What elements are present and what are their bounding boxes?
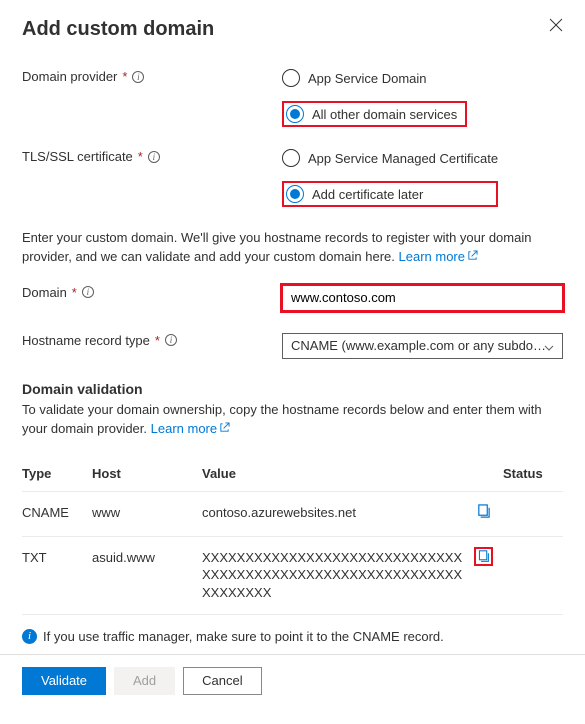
col-value: Value: [202, 456, 469, 492]
required-mark: *: [138, 149, 143, 164]
domain-validation-heading: Domain validation: [22, 381, 563, 397]
cell-type: TXT: [22, 536, 92, 614]
external-link-icon: [219, 420, 230, 431]
info-icon[interactable]: i: [132, 71, 144, 83]
hostname-type-label: Hostname record type: [22, 333, 150, 348]
radio-label: App Service Managed Certificate: [308, 151, 498, 166]
col-status: Status: [503, 456, 563, 492]
select-value: CNAME (www.example.com or any subdo…: [291, 338, 546, 353]
cell-host: asuid.www: [92, 536, 202, 614]
info-icon[interactable]: i: [82, 286, 94, 298]
validation-desc: To validate your domain ownership, copy …: [22, 401, 563, 439]
domain-input-label: Domain: [22, 285, 67, 300]
info-icon[interactable]: i: [148, 151, 160, 163]
cell-host: www: [92, 492, 202, 537]
radio-managed-cert[interactable]: App Service Managed Certificate: [282, 149, 498, 167]
tls-label: TLS/SSL certificate: [22, 149, 133, 164]
learn-more-link[interactable]: Learn more: [151, 421, 230, 436]
cell-value: contoso.azurewebsites.net: [202, 492, 469, 537]
radio-other-domain-services[interactable]: All other domain services: [282, 101, 467, 127]
info-filled-icon: i: [22, 629, 37, 644]
validate-button[interactable]: Validate: [22, 667, 106, 695]
table-row: TXT asuid.www XXXXXXXXXXXXXXXXXXXXXXXXXX…: [22, 536, 563, 614]
table-row: CNAME www contoso.azurewebsites.net: [22, 492, 563, 537]
required-mark: *: [155, 333, 160, 348]
external-link-icon: [467, 248, 478, 259]
domain-input[interactable]: [282, 285, 563, 311]
col-type: Type: [22, 456, 92, 492]
page-title: Add custom domain: [22, 18, 214, 41]
chevron-down-icon: [544, 341, 554, 351]
radio-label: All other domain services: [312, 107, 457, 122]
col-host: Host: [92, 456, 202, 492]
cell-value: XXXXXXXXXXXXXXXXXXXXXXXXXXXXXXXXXXXXXXXX…: [202, 536, 469, 614]
radio-label: Add certificate later: [312, 187, 423, 202]
hostname-records-table: Type Host Value Status CNAME www contoso…: [22, 456, 563, 614]
cancel-button[interactable]: Cancel: [183, 667, 261, 695]
cell-type: CNAME: [22, 492, 92, 537]
radio-label: App Service Domain: [308, 71, 427, 86]
radio-cert-later[interactable]: Add certificate later: [282, 181, 498, 207]
copy-icon[interactable]: [476, 504, 491, 519]
help-text: Enter your custom domain. We'll give you…: [22, 229, 563, 267]
required-mark: *: [72, 285, 77, 300]
copy-icon[interactable]: [476, 549, 491, 564]
hostname-type-select[interactable]: CNAME (www.example.com or any subdo…: [282, 333, 563, 359]
radio-app-service-domain[interactable]: App Service Domain: [282, 69, 467, 87]
info-icon[interactable]: i: [165, 334, 177, 346]
domain-provider-label: Domain provider: [22, 69, 117, 84]
learn-more-link[interactable]: Learn more: [399, 249, 478, 264]
add-button: Add: [114, 667, 175, 695]
divider: [0, 654, 585, 655]
required-mark: *: [122, 69, 127, 84]
traffic-manager-note: If you use traffic manager, make sure to…: [43, 629, 444, 644]
close-icon[interactable]: [549, 18, 563, 32]
